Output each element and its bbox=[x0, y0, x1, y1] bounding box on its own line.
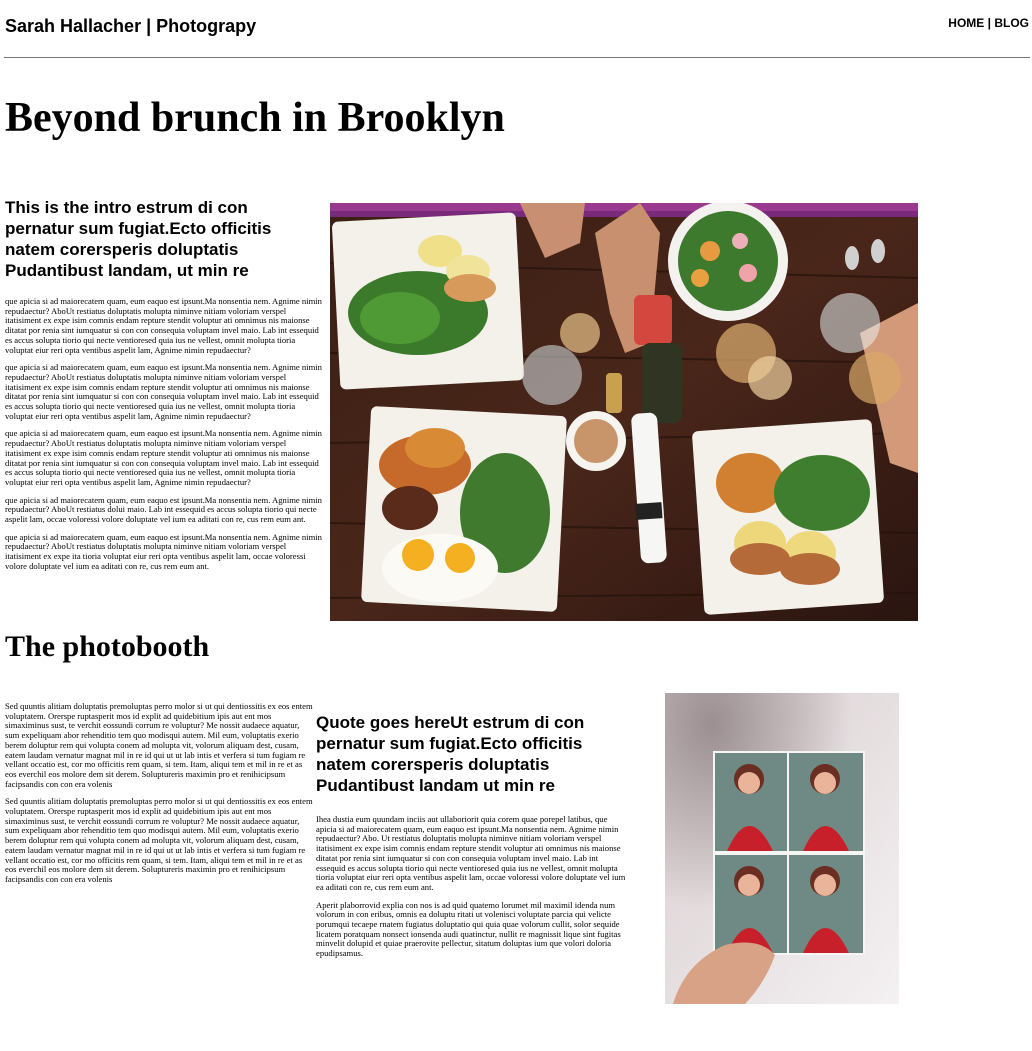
main-nav: HOME | BLOG bbox=[948, 16, 1029, 30]
section-title-photobooth: The photobooth bbox=[5, 630, 210, 663]
photobooth-paragraph: Sed quuntis alitiam doluptatis premolupt… bbox=[5, 701, 313, 789]
intro-text: This is the intro estrum di con pernatur… bbox=[5, 198, 272, 280]
photobooth-left-column: Sed quuntis alitiam doluptatis premolupt… bbox=[5, 701, 315, 893]
page-title: Beyond brunch in Brooklyn bbox=[5, 95, 505, 141]
nav-blog-link[interactable]: BLOG bbox=[994, 16, 1029, 30]
photobooth-photo bbox=[665, 693, 899, 1004]
article-paragraph: que apicia si ad maiorecatem quam, eum e… bbox=[5, 428, 322, 487]
photobooth-paragraph: Ihea dustia eum quundam inciis aut ullab… bbox=[316, 814, 626, 892]
site-title[interactable]: Sarah Hallacher | Photograpy bbox=[5, 16, 256, 37]
pull-quote: Quote goes hereUt estrum di con pernatur… bbox=[316, 713, 585, 795]
article-paragraph: que apicia si ad maiorecatem quam, eum e… bbox=[5, 531, 322, 571]
article-paragraph: que apicia si ad maiorecatem quam, eum e… bbox=[5, 362, 322, 421]
header-divider bbox=[4, 57, 1030, 58]
nav-separator: | bbox=[984, 16, 995, 30]
article-paragraph: que apicia si ad maiorecatem quam, eum e… bbox=[5, 494, 322, 525]
article-body: que apicia si ad maiorecatem quam, eum e… bbox=[5, 296, 323, 580]
brunch-photo bbox=[330, 203, 918, 621]
nav-home-link[interactable]: HOME bbox=[948, 16, 984, 30]
article-paragraph: que apicia si ad maiorecatem quam, eum e… bbox=[5, 296, 322, 355]
photobooth-paragraph: Aperit plaborrovid explia con nos is ad … bbox=[316, 899, 621, 959]
photobooth-middle-column: Ihea dustia eum quundam inciis aut ullab… bbox=[316, 814, 626, 967]
photobooth-paragraph: Sed quuntis alitiam doluptatis premolupt… bbox=[5, 796, 313, 884]
